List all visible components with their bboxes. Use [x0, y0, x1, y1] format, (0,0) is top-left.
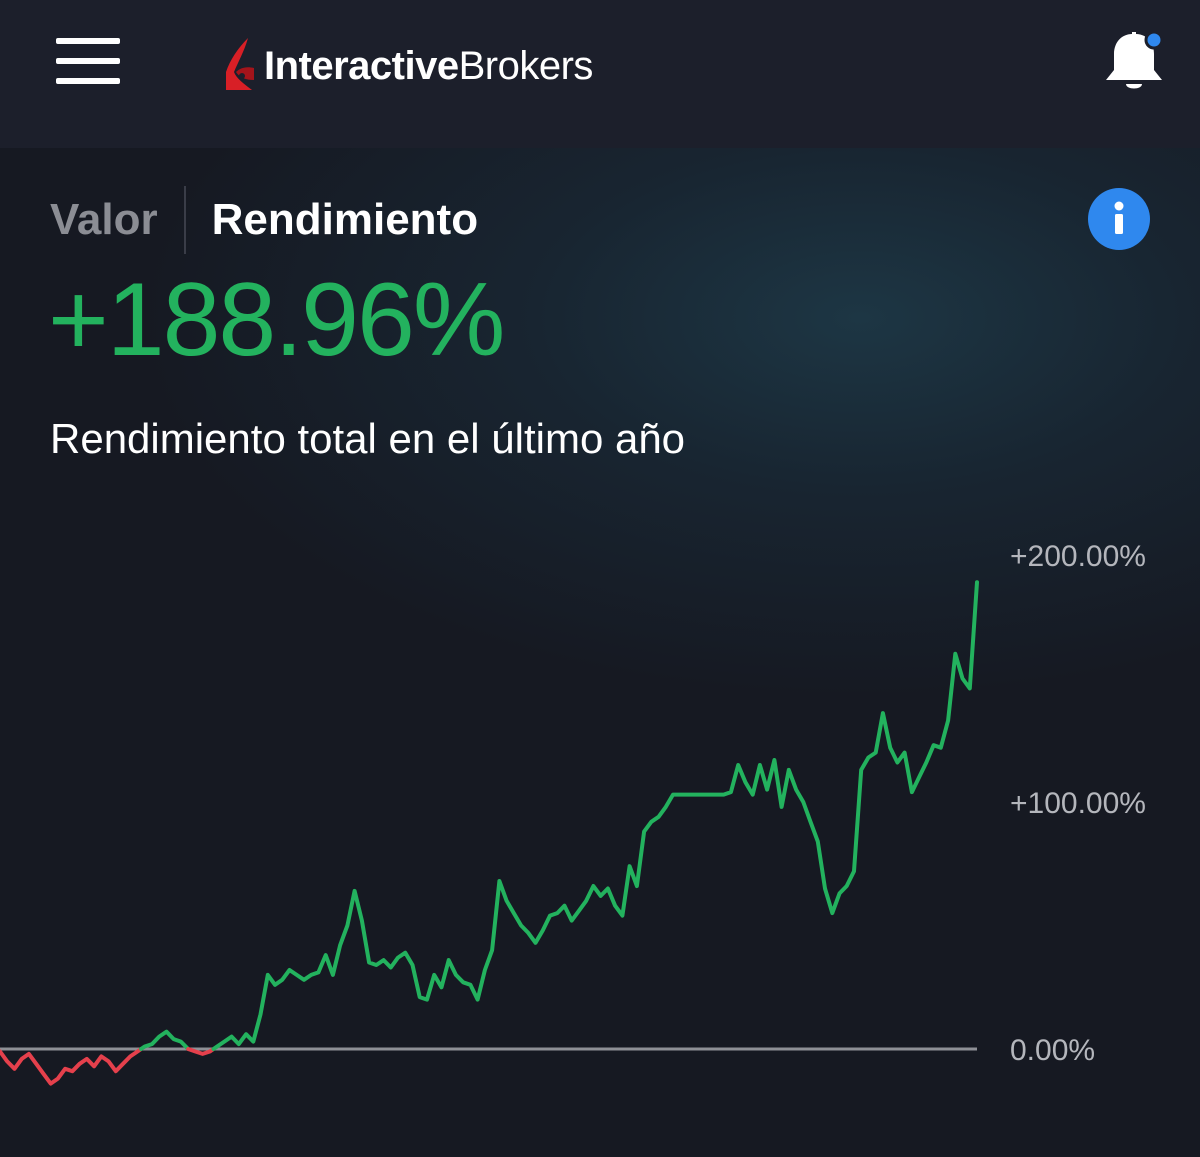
app-header: InteractiveBrokers	[0, 0, 1200, 148]
logo-brand-regular: Brokers	[458, 43, 594, 88]
hamburger-menu-icon[interactable]	[56, 38, 120, 84]
performance-line-positive-segment	[211, 580, 979, 1051]
performance-panel: Valor Rendimiento +188.96% Rendimiento t…	[0, 148, 1200, 1157]
performance-line-negative-segment	[0, 1047, 144, 1086]
y-tick-label: +200.00%	[1010, 540, 1146, 573]
performance-line-chart: +200.00% +100.00% 0.00%	[0, 540, 1146, 1086]
notification-dot	[1144, 30, 1164, 50]
bell-icon[interactable]	[1100, 28, 1168, 96]
ib-logo-mark-icon	[226, 38, 254, 90]
interactive-brokers-logo: InteractiveBrokers	[222, 36, 593, 96]
y-tick-label: 0.00%	[1010, 1034, 1095, 1067]
logo-brand-bold: Interactive	[264, 43, 459, 88]
performance-line-positive-segment	[139, 1029, 191, 1051]
performance-screen: InteractiveBrokers Valor Rendimiento +18…	[0, 0, 1200, 1157]
y-tick-label: +100.00%	[1010, 787, 1146, 820]
logo-wordmark: InteractiveBrokers	[264, 44, 593, 89]
